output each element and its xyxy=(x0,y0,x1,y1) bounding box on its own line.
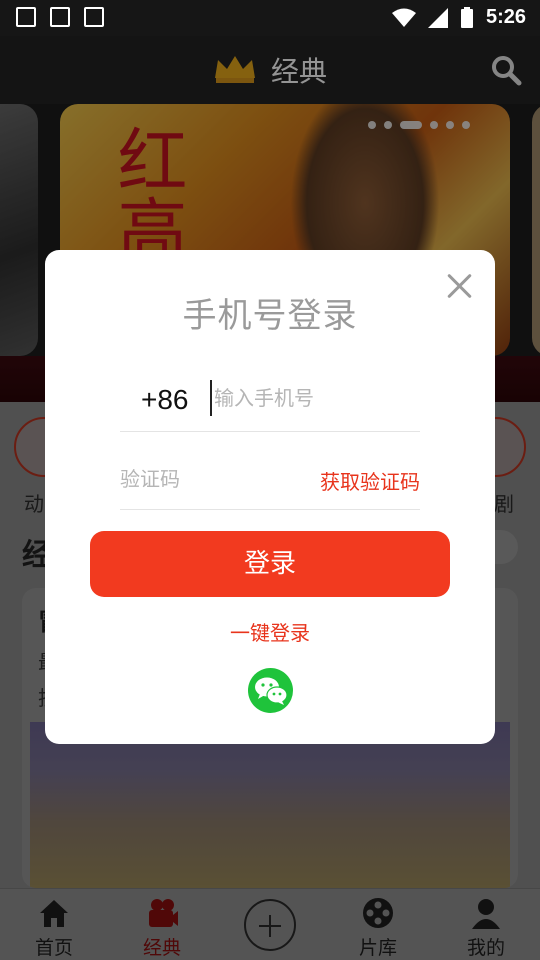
clock: 5:26 xyxy=(485,6,526,28)
one-key-login-link[interactable]: 一键登录 xyxy=(45,617,495,646)
login-button[interactable]: 登录 xyxy=(90,531,450,597)
wifi-icon xyxy=(391,8,416,27)
grid-notification-icon xyxy=(50,7,70,27)
verification-code-input[interactable] xyxy=(120,462,300,496)
status-bar: 5:26 xyxy=(0,0,540,36)
font-notification-icon xyxy=(84,7,104,27)
image-notification-icon xyxy=(16,7,36,27)
wechat-icon xyxy=(255,677,288,705)
phone-row: +86 xyxy=(120,372,420,432)
phone-input[interactable] xyxy=(210,380,410,416)
wechat-login-button[interactable] xyxy=(248,668,293,713)
code-row: 获取验证码 xyxy=(120,450,420,510)
login-dialog: 手机号登录 +86 获取验证码 登录 一键登录 xyxy=(45,250,495,744)
country-code[interactable]: +86 xyxy=(141,384,189,416)
get-code-button[interactable]: 获取验证码 xyxy=(320,466,420,495)
battery-icon xyxy=(460,6,473,28)
dialog-title: 手机号登录 xyxy=(182,296,358,336)
signal-icon xyxy=(427,7,448,28)
